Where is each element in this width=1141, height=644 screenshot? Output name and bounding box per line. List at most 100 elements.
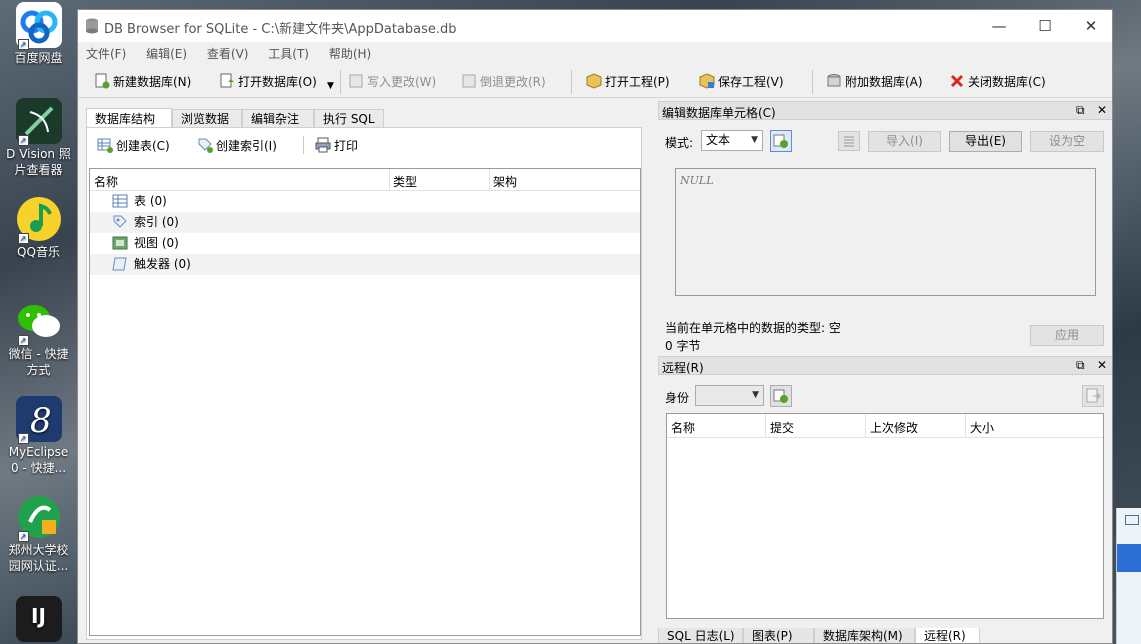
tab-sql-log[interactable]: SQL 日志(L): [658, 628, 743, 643]
revert-changes-button[interactable]: 倒退更改(R): [461, 71, 546, 93]
new-database-icon: [94, 73, 110, 89]
close-window-button[interactable]: ✕: [1068, 10, 1112, 42]
open-database-button[interactable]: 打开数据库(O): [219, 71, 317, 93]
mode-label: 模式:: [665, 136, 694, 150]
structure-toolbar: 创建表(C) 创建索引(I) 打印: [87, 128, 641, 162]
remote-list-header: 名称 提交 上次修改 大小: [667, 414, 1103, 438]
database-app-icon: [85, 18, 99, 34]
tab-db-schema[interactable]: 数据库架构(M): [814, 628, 915, 643]
new-database-label: 新建数据库(N): [113, 75, 192, 89]
write-changes-button[interactable]: 写入更改(W): [348, 71, 436, 93]
close-panel-icon[interactable]: ✕: [1097, 103, 1107, 117]
word-wrap-button[interactable]: [838, 131, 860, 151]
tab-edit-pragmas[interactable]: 编辑杂注: [242, 109, 314, 128]
save-project-icon: [699, 73, 715, 89]
myeclipse-icon: 8 ↗: [15, 396, 62, 444]
wechat-icon: ↗: [16, 298, 62, 346]
desktop-icon-label: 微信 - 快捷 方式: [8, 347, 69, 377]
cell-size-text: 0 字节: [665, 339, 701, 353]
window-title: DB Browser for SQLite - C:\新建文件夹\AppData…: [104, 22, 457, 37]
open-project-button[interactable]: 打开工程(P): [586, 71, 670, 93]
tree-row-tables[interactable]: 表 (0): [90, 191, 640, 212]
create-table-button[interactable]: 创建表(C): [97, 137, 170, 154]
tree-row-triggers[interactable]: 触发器 (0): [90, 254, 640, 275]
save-project-button[interactable]: 保存工程(V): [699, 71, 784, 93]
tab-plot[interactable]: 图表(P): [743, 628, 814, 643]
create-index-icon: [197, 137, 213, 153]
remote-file-list[interactable]: 名称 提交 上次修改 大小: [666, 413, 1104, 619]
attach-database-button[interactable]: 附加数据库(A): [826, 71, 923, 93]
remote-column-commit[interactable]: 提交: [770, 419, 794, 436]
desktop-icon-label: D Vision 照 片查看器: [6, 147, 71, 177]
chevron-down-icon: ▼: [752, 390, 759, 400]
structure-tree[interactable]: 名称 类型 架构 表 (0) 索引 (0) 视图 (0) 触发器 (0): [89, 168, 641, 636]
desktop-icon-photo-viewer[interactable]: ↗ D Vision 照 片查看器: [0, 98, 77, 178]
menu-view[interactable]: 查看(V): [199, 42, 257, 62]
view-icon: [112, 235, 128, 251]
remote-column-last-modified[interactable]: 上次修改: [870, 419, 918, 436]
tab-remote[interactable]: 远程(R): [915, 628, 980, 643]
print-button[interactable]: 打印: [315, 137, 358, 154]
column-divider: [965, 414, 966, 438]
new-database-button[interactable]: 新建数据库(N): [94, 71, 191, 93]
mode-select[interactable]: 文本 ▼: [701, 130, 763, 151]
desktop-icon-qq-music[interactable]: ↗ QQ音乐: [0, 196, 77, 260]
import-button[interactable]: 导入(I): [868, 131, 941, 152]
intellij-logo-text: IJ: [31, 604, 46, 628]
identity-label: 身份: [665, 391, 690, 405]
column-type-header[interactable]: 类型: [393, 173, 417, 190]
column-schema-header[interactable]: 架构: [493, 173, 517, 190]
column-name-header[interactable]: 名称: [94, 173, 118, 190]
create-table-label: 创建表(C): [116, 139, 170, 153]
shortcut-arrow-icon: ↗: [17, 335, 29, 346]
shortcut-arrow-icon: ↗: [17, 39, 29, 50]
save-project-label: 保存工程(V): [718, 75, 784, 89]
tree-header: 名称 类型 架构: [90, 169, 640, 191]
minimize-button[interactable]: —: [976, 10, 1022, 42]
identity-select[interactable]: ▼: [695, 385, 764, 406]
apply-button[interactable]: 应用: [1030, 325, 1104, 346]
float-panel-icon[interactable]: ⧉: [1076, 103, 1085, 118]
database-structure-panel: 创建表(C) 创建索引(I) 打印 名称 类型 架构 表 (0) 索引 (0) …: [86, 127, 642, 640]
tab-execute-sql[interactable]: 执行 SQL: [314, 109, 384, 128]
push-database-button[interactable]: [1082, 385, 1104, 407]
desktop-icon-myeclipse[interactable]: 8 ↗ MyEclipse 0 - 快捷...: [0, 396, 77, 476]
set-null-button[interactable]: 设为空: [1030, 131, 1104, 152]
desktop-icon-intellij[interactable]: IJ: [0, 596, 77, 644]
db-browser-window: DB Browser for SQLite - C:\新建文件夹\AppData…: [77, 9, 1113, 644]
close-panel-icon[interactable]: ✕: [1097, 358, 1107, 372]
export-button[interactable]: 导出(E): [949, 131, 1022, 152]
identity-settings-button[interactable]: [770, 385, 792, 407]
auto-switch-mode-button[interactable]: [770, 130, 792, 152]
menu-tools[interactable]: 工具(T): [260, 42, 317, 62]
remote-column-size[interactable]: 大小: [970, 419, 994, 436]
desktop-icon-campus-auth[interactable]: ↗ 郑州大学校 园网认证...: [0, 494, 77, 574]
edit-cell-panel: 编辑数据库单元格(C) ⧉ ✕ 模式: 文本 ▼ 导入(I) 导出(E) 设为空…: [658, 101, 1112, 353]
write-changes-label: 写入更改(W): [367, 75, 437, 89]
tab-database-structure[interactable]: 数据库结构: [86, 108, 172, 128]
tree-row-indices[interactable]: 索引 (0): [90, 212, 640, 233]
create-table-icon: [97, 137, 113, 153]
tab-browse-data[interactable]: 浏览数据: [172, 109, 242, 128]
write-changes-icon: [348, 73, 364, 89]
title-bar[interactable]: DB Browser for SQLite - C:\新建文件夹\AppData…: [78, 10, 1112, 42]
desktop-icon-baidu-netdisk[interactable]: ↗ 百度网盘: [0, 2, 77, 66]
close-database-button[interactable]: 关闭数据库(C): [949, 71, 1046, 93]
revert-changes-icon: [461, 73, 477, 89]
edit-cell-header: 编辑数据库单元格(C) ⧉ ✕: [658, 101, 1112, 120]
desktop-icon-wechat[interactable]: ↗ 微信 - 快捷 方式: [0, 298, 77, 378]
index-icon: [112, 214, 128, 230]
remote-column-name[interactable]: 名称: [671, 419, 695, 436]
shortcut-arrow-icon: ↗: [17, 233, 29, 244]
cell-editor[interactable]: NULL: [675, 168, 1096, 296]
maximize-button[interactable]: ☐: [1022, 10, 1068, 42]
open-database-dropdown-icon[interactable]: ▼: [327, 75, 334, 97]
float-panel-icon[interactable]: ⧉: [1076, 358, 1085, 373]
menu-help[interactable]: 帮助(H): [321, 42, 379, 62]
menu-file[interactable]: 文件(F): [78, 42, 134, 62]
create-index-button[interactable]: 创建索引(I): [197, 137, 277, 154]
menu-edit[interactable]: 编辑(E): [138, 42, 195, 62]
tree-row-views[interactable]: 视图 (0): [90, 233, 640, 254]
structure-toolbar-separator: [303, 136, 304, 154]
create-index-label: 创建索引(I): [216, 139, 277, 153]
